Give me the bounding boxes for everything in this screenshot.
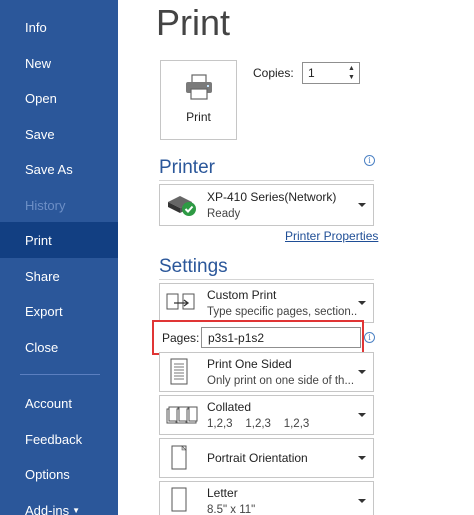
printer-properties-link[interactable]: Printer Properties (285, 229, 378, 243)
collated-icon (166, 406, 198, 424)
printer-name: XP-410 Series(Network) (207, 190, 337, 204)
nav-item-new[interactable]: New (0, 45, 118, 81)
sides-title: Print One Sided (207, 357, 292, 371)
copies-stepper[interactable]: 1 ▲ ▼ (302, 62, 360, 84)
collation-title: Collated (207, 400, 252, 414)
nav-label: Save (25, 126, 55, 142)
chevron-down-icon (358, 456, 366, 460)
backstage-sidebar: Info New Open Save Save As History Print… (0, 0, 118, 515)
nav-label: Save As (25, 161, 73, 177)
nav-label: History (25, 197, 66, 213)
chevron-down-icon (358, 499, 366, 503)
nav-item-export[interactable]: Export (0, 293, 118, 329)
orientation-title: Portrait Orientation (207, 451, 308, 465)
nav-label: Share (25, 268, 60, 284)
chevron-down-icon (358, 370, 366, 374)
nav-label: Feedback (25, 431, 83, 447)
print-range-title: Custom Print (207, 288, 277, 302)
paper-size-icon (171, 487, 187, 512)
print-button[interactable]: Print (160, 60, 237, 140)
page-title: Print (156, 2, 231, 43)
printer-ready-icon (168, 196, 196, 216)
decrement-icon[interactable]: ▼ (347, 73, 356, 82)
printer-select[interactable]: XP-410 Series(Network) Ready (159, 184, 374, 226)
chevron-down-icon (358, 203, 366, 207)
portrait-page-icon (171, 445, 187, 470)
nav-item-history: History (0, 187, 118, 223)
nav-item-options[interactable]: Options (0, 456, 118, 492)
nav-divider (20, 374, 100, 375)
pages-label: Pages: (162, 331, 200, 345)
nav-item-share[interactable]: Share (0, 258, 118, 294)
printer-heading: Printer (159, 157, 215, 178)
sides-subtitle: Only print on one side of th... (207, 375, 355, 387)
nav-label: Close (25, 339, 59, 355)
print-range-subtitle: Type specific pages, section... (207, 306, 357, 318)
chevron-down-icon (358, 301, 366, 305)
custom-pages-icon (166, 293, 195, 310)
section-divider (159, 279, 374, 280)
print-range-select[interactable]: Custom Print Type specific pages, sectio… (159, 283, 374, 323)
nav-item-account[interactable]: Account (0, 385, 118, 421)
nav-label: Options (25, 466, 70, 482)
printer-icon (185, 74, 212, 100)
chevron-down-icon: ▼ (72, 505, 80, 515)
collation-select[interactable]: Collated 1,2,3 1,2,3 1,2,3 (159, 395, 374, 435)
sides-select[interactable]: Print One Sided Only print on one side o… (159, 352, 374, 392)
nav-label: New (25, 55, 52, 71)
settings-heading: Settings (159, 256, 228, 277)
pages-highlight-box: Pages: p3s1-p1s2 (152, 320, 364, 355)
nav-item-open[interactable]: Open (0, 80, 118, 116)
paper-size-select[interactable]: Letter 8.5" x 11" (159, 481, 374, 515)
print-panel: Print Print Copies: 1 ▲ ▼ Printer i XP-4… (118, 0, 474, 515)
printer-status: Ready (207, 208, 241, 220)
nav-item-info[interactable]: Info (0, 9, 118, 45)
nav-item-feedback[interactable]: Feedback (0, 421, 118, 457)
nav-label: Account (25, 395, 72, 411)
nav-item-save-as[interactable]: Save As (0, 151, 118, 187)
nav-label: Open (25, 90, 57, 106)
pages-input[interactable]: p3s1-p1s2 (201, 327, 361, 348)
section-divider (159, 180, 374, 181)
info-icon[interactable]: i (364, 155, 375, 166)
nav-item-close[interactable]: Close (0, 329, 118, 365)
nav-item-add-ins[interactable]: Add-ins ▼ (0, 492, 118, 515)
increment-icon[interactable]: ▲ (347, 64, 356, 73)
pages-value: p3s1-p1s2 (208, 331, 265, 345)
paper-size-subtitle: 8.5" x 11" (207, 504, 256, 515)
chevron-down-icon (358, 413, 366, 417)
orientation-select[interactable]: Portrait Orientation (159, 438, 374, 478)
paper-size-title: Letter (207, 486, 238, 500)
nav-label: Add-ins (25, 502, 70, 515)
nav-item-save[interactable]: Save (0, 116, 118, 152)
collation-subtitle: 1,2,3 1,2,3 1,2,3 (207, 418, 310, 430)
copies-value: 1 (308, 66, 315, 80)
nav-item-print[interactable]: Print (0, 222, 118, 258)
copies-label: Copies: (253, 66, 294, 80)
info-icon[interactable]: i (364, 332, 375, 343)
nav-label: Export (25, 303, 63, 319)
one-sided-page-icon (170, 358, 188, 385)
nav-label: Info (25, 19, 47, 35)
nav-label: Print (25, 232, 52, 248)
print-button-label: Print (186, 110, 211, 124)
